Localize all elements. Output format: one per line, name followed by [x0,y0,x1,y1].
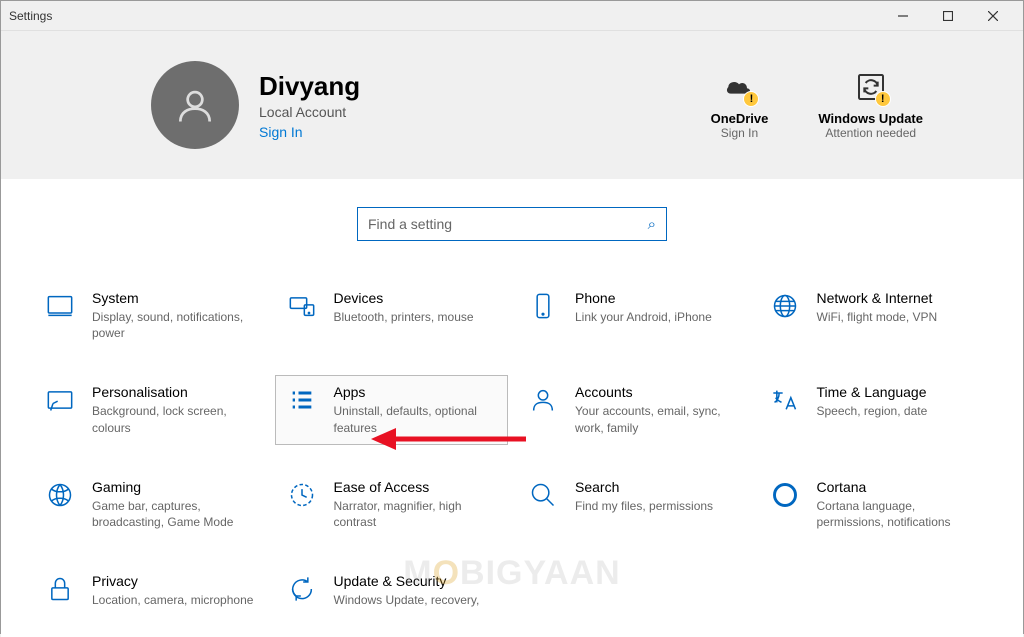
tile-accounts[interactable]: Accounts Your accounts, email, sync, work… [516,375,750,444]
user-header: Divyang Local Account Sign In ! OneDrive… [1,31,1023,179]
search-icon: ⌕ [648,216,656,233]
tile-gaming[interactable]: Gaming Game bar, captures, broadcasting, … [33,470,267,539]
tile-desc: Find my files, permissions [575,498,713,514]
tile-desc: Narrator, magnifier, high contrast [334,498,498,530]
tile-cortana[interactable]: Cortana Cortana language, permissions, no… [758,470,992,539]
search-box[interactable]: ⌕ [357,207,667,241]
update-security-icon [286,573,318,605]
tile-desc: Speech, region, date [817,403,928,419]
gaming-icon [44,479,76,511]
tile-title: Apps [334,384,498,400]
tile-desc: Link your Android, iPhone [575,309,712,325]
onedrive-sub: Sign In [721,126,758,140]
onedrive-icon: ! [723,71,755,103]
tile-ease-of-access[interactable]: Ease of Access Narrator, magnifier, high … [275,470,509,539]
onedrive-title: OneDrive [711,111,769,126]
tile-desc: Bluetooth, printers, mouse [334,309,474,325]
user-account-type: Local Account [259,104,360,120]
update-sub: Attention needed [825,126,916,140]
privacy-icon [44,573,76,605]
tile-desc: Windows Update, recovery, [334,592,480,608]
tile-desc: Display, sound, notifications, power [92,309,256,341]
tile-desc: Your accounts, email, sync, work, family [575,403,739,435]
system-icon [44,290,76,322]
network-icon [769,290,801,322]
tile-title: Accounts [575,384,739,400]
tile-title: Gaming [92,479,256,495]
devices-icon [286,290,318,322]
update-title: Windows Update [818,111,923,126]
warning-badge: ! [743,91,759,107]
avatar [151,61,239,149]
titlebar: Settings [1,1,1023,31]
ease-of-access-icon [286,479,318,511]
tile-title: Cortana [817,479,981,495]
tile-title: System [92,290,256,306]
close-button[interactable] [970,2,1015,30]
settings-grid: System Display, sound, notifications, pow… [1,261,1023,637]
tile-phone[interactable]: Phone Link your Android, iPhone [516,281,750,350]
tile-title: Ease of Access [334,479,498,495]
maximize-button[interactable] [925,2,970,30]
tile-title: Search [575,479,713,495]
tile-devices[interactable]: Devices Bluetooth, printers, mouse [275,281,509,350]
accounts-icon [527,384,559,416]
phone-icon [527,290,559,322]
personalisation-icon [44,384,76,416]
sign-in-link[interactable]: Sign In [259,124,360,140]
tile-title: Update & Security [334,573,480,589]
tile-desc: Uninstall, defaults, optional features [334,403,498,435]
tile-title: Phone [575,290,712,306]
tile-desc: WiFi, flight mode, VPN [817,309,938,325]
tile-desc: Game bar, captures, broadcasting, Game M… [92,498,256,530]
apps-icon [286,384,318,416]
search-input[interactable] [368,216,648,232]
tile-title: Network & Internet [817,290,938,306]
windows-update-status[interactable]: ! Windows Update Attention needed [818,71,923,140]
tile-desc: Background, lock screen, colours [92,403,256,435]
tile-apps[interactable]: Apps Uninstall, defaults, optional featur… [275,375,509,444]
sync-icon: ! [855,71,887,103]
tile-title: Personalisation [92,384,256,400]
warning-badge: ! [875,91,891,107]
tile-network[interactable]: Network & Internet WiFi, flight mode, VPN [758,281,992,350]
tile-update-security[interactable]: Update & Security Windows Update, recover… [275,564,509,617]
tile-time-language[interactable]: Time & Language Speech, region, date [758,375,992,444]
tile-personalisation[interactable]: Personalisation Background, lock screen, … [33,375,267,444]
tile-system[interactable]: System Display, sound, notifications, pow… [33,281,267,350]
cortana-icon [769,479,801,511]
search-tile-icon [527,479,559,511]
tile-desc: Location, camera, microphone [92,592,253,608]
user-name: Divyang [259,71,360,102]
search-wrap: ⌕ [1,179,1023,261]
time-language-icon [769,384,801,416]
tile-privacy[interactable]: Privacy Location, camera, microphone [33,564,267,617]
window-title: Settings [9,9,52,23]
tile-desc: Cortana language, permissions, notificat… [817,498,981,530]
minimize-button[interactable] [880,2,925,30]
tile-title: Time & Language [817,384,928,400]
tile-title: Devices [334,290,474,306]
settings-window: Settings Divyang Local Account Sign In !… [0,0,1024,634]
onedrive-status[interactable]: ! OneDrive Sign In [711,71,769,140]
tile-title: Privacy [92,573,253,589]
tile-search[interactable]: Search Find my files, permissions [516,470,750,539]
